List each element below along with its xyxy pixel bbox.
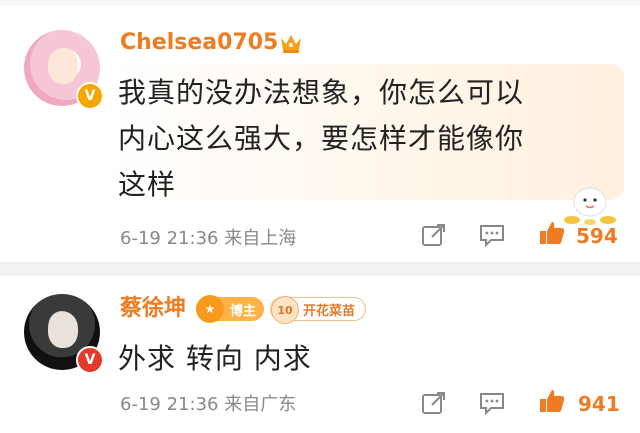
comment-item: V 蔡徐坤 ★ 博主 10 开花菜苗 外求 转向 内求 6-19 21:36 来… [0, 276, 640, 433]
like-thumb-icon[interactable] [538, 388, 566, 414]
comment-time: 21:36 [166, 228, 219, 249]
username[interactable]: 蔡徐坤 [120, 298, 186, 320]
username[interactable]: Chelsea0705 [120, 32, 278, 54]
share-icon[interactable] [420, 390, 448, 416]
host-badge-icon: ★ [196, 295, 224, 323]
host-badge: ★ 博主 [196, 295, 265, 323]
verified-badge-icon: V [76, 82, 104, 110]
reply-icon[interactable] [478, 222, 506, 248]
comment-separator [0, 262, 640, 276]
comment-meta: 6-19 21:36 来自广东 [120, 390, 296, 416]
comment-date: 6-19 [120, 228, 161, 249]
comment-date: 6-19 [120, 394, 161, 415]
comment-text: 我真的没办法想象，你怎么可以 内心这么强大，要怎样才能像你 这样 [118, 76, 525, 201]
comment-time: 21:36 [166, 394, 219, 415]
fan-level-icon: 10 [271, 296, 299, 324]
like-thumb-icon[interactable] [538, 220, 566, 246]
mascot-sticker-icon [564, 187, 616, 225]
verified-badge-icon: V [76, 346, 104, 374]
share-icon[interactable] [420, 222, 448, 248]
comment-location: 来自广东 [224, 394, 297, 415]
fan-level-badge[interactable]: 10 开花菜苗 [270, 296, 367, 324]
top-divider [0, 0, 640, 6]
like-count: 941 [578, 392, 620, 416]
comment-location: 来自上海 [224, 228, 297, 249]
like-count: 594 [576, 224, 618, 248]
comment-item: V Chelsea0705 我真的没办法想象，你怎么可以 内心这么强大，要怎样才… [0, 10, 640, 262]
comment-text: 外求 转向 内求 [118, 342, 312, 375]
reply-icon[interactable] [478, 390, 506, 416]
comment-meta: 6-19 21:36 来自上海 [120, 224, 296, 250]
crown-icon [281, 35, 301, 53]
